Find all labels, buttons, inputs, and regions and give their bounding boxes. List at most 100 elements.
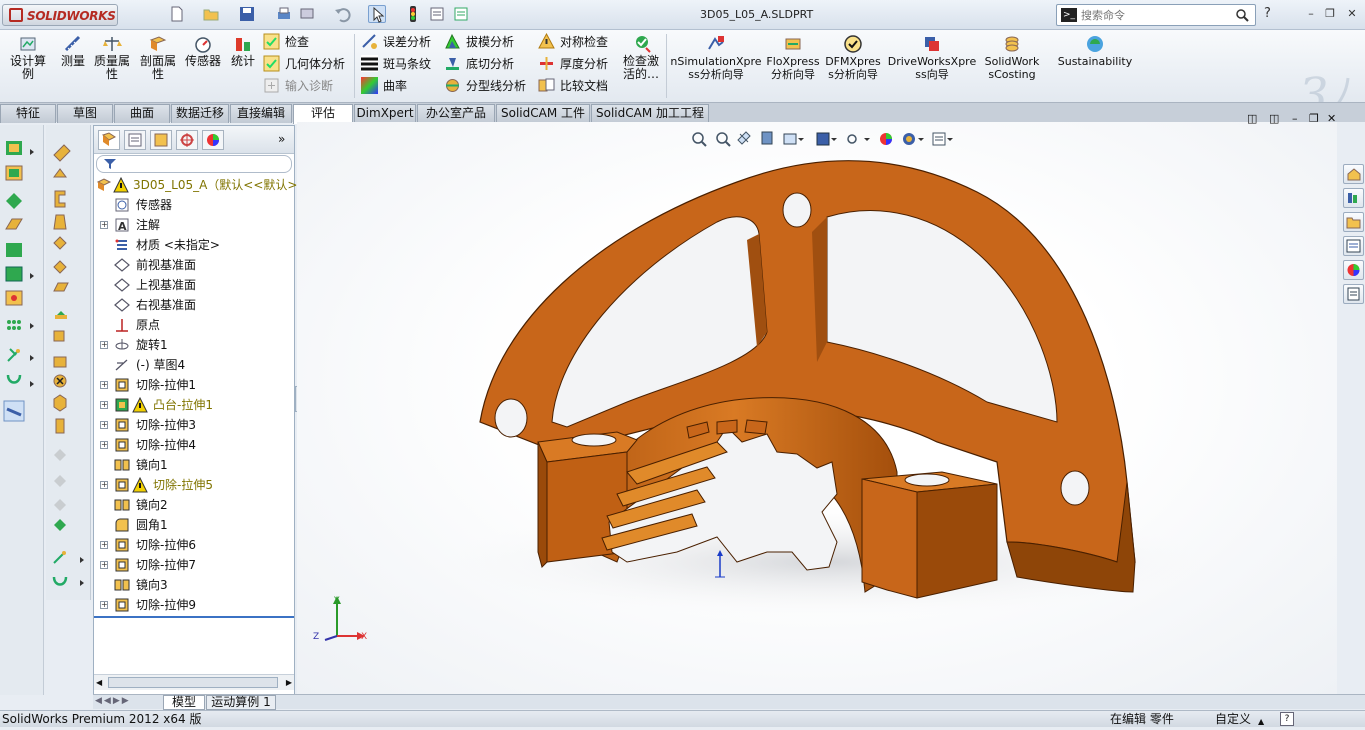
panel-splitter[interactable] xyxy=(94,616,294,618)
expand-toggle-icon[interactable]: + xyxy=(100,421,108,429)
driveworksxpress-button[interactable]: DriveWorksXpress向导 xyxy=(886,32,978,81)
units-dropdown-icon[interactable]: ▲ xyxy=(1258,713,1264,730)
feature-tree-item[interactable]: + 切除-拉伸6 xyxy=(94,535,294,555)
feature-tree-item[interactable]: + 切除-拉伸7 xyxy=(94,555,294,575)
feature-tree-item[interactable]: 上视基准面 xyxy=(94,275,294,295)
undercut-analysis-button[interactable]: 底切分析 xyxy=(444,54,526,76)
import-diagnostics-button[interactable]: 输入诊断 xyxy=(263,76,345,98)
custom-properties-icon[interactable] xyxy=(1343,284,1364,304)
scroll-right-icon[interactable]: ▶ xyxy=(286,678,292,687)
tab-direct-editing[interactable]: 直接编辑 xyxy=(230,104,292,123)
floxpress-button[interactable]: FloXpress分析向导 xyxy=(766,32,820,81)
feature-tree-item[interactable]: + 切除-拉伸4 xyxy=(94,435,294,455)
horizontal-scrollbar[interactable]: ◀ ▶ xyxy=(94,674,294,690)
search-box[interactable]: >_ xyxy=(1056,4,1256,26)
feature-tree-item[interactable]: + A 注解 xyxy=(94,215,294,235)
expand-toggle-icon[interactable]: + xyxy=(100,341,108,349)
feature-tree-item[interactable]: 镜向2 xyxy=(94,495,294,515)
tab-surfaces[interactable]: 曲面 xyxy=(114,104,170,123)
feature-tree-item[interactable]: 材质 <未指定> xyxy=(94,235,294,255)
viewport-split-icon[interactable]: ◫ xyxy=(1247,112,1257,125)
tab-dimxpert[interactable]: DimXpert xyxy=(354,104,416,123)
statistics-button[interactable]: 统计 xyxy=(229,32,257,68)
dimxpert-manager-tab[interactable] xyxy=(176,130,198,150)
feature-tree-item[interactable]: + 切除-拉伸5 xyxy=(94,475,294,495)
symmetry-check-button[interactable]: 对称检查 xyxy=(538,32,608,54)
design-study-button[interactable]: 设计算例 xyxy=(6,32,50,81)
feature-tree-item[interactable]: 圆角1 xyxy=(94,515,294,535)
undo-icon[interactable] xyxy=(333,5,351,23)
viewport-restore-icon[interactable]: ❐ xyxy=(1309,112,1319,125)
units-selector[interactable]: 自定义 xyxy=(1215,711,1251,728)
sustainability-button[interactable]: Sustainability xyxy=(1056,32,1134,68)
section-properties-button[interactable]: 剖面属性 xyxy=(138,32,178,81)
options-icon[interactable] xyxy=(452,5,470,23)
tab-scroll-arrows-icon[interactable]: ◀◀▶▶ xyxy=(95,696,131,706)
parting-line-analysis-button[interactable]: 分型线分析 xyxy=(444,76,526,98)
feature-tree-item[interactable]: 传感器 xyxy=(94,195,294,215)
curvature-button[interactable]: 曲率 xyxy=(361,76,431,98)
select-pointer-icon[interactable] xyxy=(368,5,386,23)
scroll-thumb[interactable] xyxy=(108,677,278,688)
tab-features[interactable]: 特征 xyxy=(0,104,56,123)
expand-toggle-icon[interactable]: + xyxy=(100,381,108,389)
check-active-document-button[interactable]: 检查激活的… xyxy=(621,32,663,81)
feature-tree-item[interactable]: + 旋转1 xyxy=(94,335,294,355)
tab-solidcam-workpiece[interactable]: SolidCAM 工件 xyxy=(496,104,590,123)
solidworks-resources-icon[interactable] xyxy=(1343,164,1364,184)
open-folder-icon[interactable] xyxy=(202,5,220,23)
expand-panel-chevron-icon[interactable]: » xyxy=(278,132,285,146)
tree-root-part[interactable]: 3D05_L05_A（默认<<默认>_ xyxy=(94,175,303,195)
viewport-minimize-icon[interactable]: – xyxy=(1292,112,1298,125)
part-3d-model[interactable] xyxy=(297,122,1337,694)
simulationxpress-button[interactable]: nSimulationXpress分析向导 xyxy=(670,32,762,81)
save-icon[interactable] xyxy=(238,5,256,23)
configuration-manager-tab[interactable] xyxy=(150,130,172,150)
tab-data-migration[interactable]: 数据迁移 xyxy=(171,104,229,123)
feature-tree-item[interactable]: 镜向1 xyxy=(94,455,294,475)
tab-solidcam-machining[interactable]: SolidCAM 加工工程 xyxy=(591,104,709,123)
file-explorer-icon[interactable] xyxy=(1343,212,1364,232)
quick-tips-icon[interactable]: ? xyxy=(1280,712,1294,726)
feature-tree-item[interactable]: (-) 草图4 xyxy=(94,355,294,375)
feature-tree-item[interactable]: 右视基准面 xyxy=(94,295,294,315)
feature-tree-tab[interactable] xyxy=(98,130,120,150)
property-manager-tab[interactable] xyxy=(124,130,146,150)
feature-tree-item[interactable]: + 切除-拉伸3 xyxy=(94,415,294,435)
rebuild-icon[interactable] xyxy=(404,5,422,23)
tab-motion-study[interactable]: 运动算例 1 xyxy=(206,695,276,710)
sensor-button[interactable]: 传感器 xyxy=(183,32,223,68)
feature-tree-item[interactable]: 原点 xyxy=(94,315,294,335)
search-input[interactable] xyxy=(1081,7,1231,23)
check-button[interactable]: 检查 xyxy=(263,32,345,54)
expand-toggle-icon[interactable]: + xyxy=(100,481,108,489)
expand-toggle-icon[interactable]: + xyxy=(100,541,108,549)
viewport-close-icon[interactable]: ✕ xyxy=(1327,112,1336,125)
expand-toggle-icon[interactable]: + xyxy=(100,601,108,609)
measure-button[interactable]: 测量 xyxy=(58,32,88,68)
feature-tree-item[interactable]: 前视基准面 xyxy=(94,255,294,275)
restore-window-icon[interactable]: ❐ xyxy=(1322,7,1338,21)
compare-documents-button[interactable]: 比较文档 xyxy=(538,76,608,98)
expand-toggle-icon[interactable]: + xyxy=(100,441,108,449)
tab-model[interactable]: 模型 xyxy=(163,695,205,710)
mass-properties-button[interactable]: 质量属性 xyxy=(92,32,132,81)
feature-tree-item[interactable]: + 切除-拉伸9 xyxy=(94,595,294,615)
display-manager-tab[interactable] xyxy=(202,130,224,150)
dfmxpress-button[interactable]: DFMXpress分析向导 xyxy=(824,32,882,81)
appearances-scenes-icon[interactable] xyxy=(1343,260,1364,280)
feature-tree-item[interactable]: + 凸台-拉伸1 xyxy=(94,395,294,415)
viewport-link-icon[interactable]: ◫ xyxy=(1269,112,1279,125)
feature-filter-input[interactable] xyxy=(96,155,292,173)
print-icon[interactable] xyxy=(275,5,293,23)
search-icon[interactable] xyxy=(1235,8,1249,22)
solidworks-logo[interactable]: SOLIDWORKS xyxy=(2,4,118,26)
expand-toggle-icon[interactable]: + xyxy=(100,221,108,229)
help-button[interactable]: ? xyxy=(1264,6,1271,21)
expand-toggle-icon[interactable]: + xyxy=(100,561,108,569)
print-preview-icon[interactable] xyxy=(298,5,316,23)
geometry-analysis-button[interactable]: 几何体分析 xyxy=(263,54,345,76)
new-document-icon[interactable] xyxy=(168,5,186,23)
solidworks-costing-button[interactable]: SolidWorksCosting xyxy=(982,32,1042,81)
close-window-icon[interactable]: ✕ xyxy=(1344,7,1360,21)
